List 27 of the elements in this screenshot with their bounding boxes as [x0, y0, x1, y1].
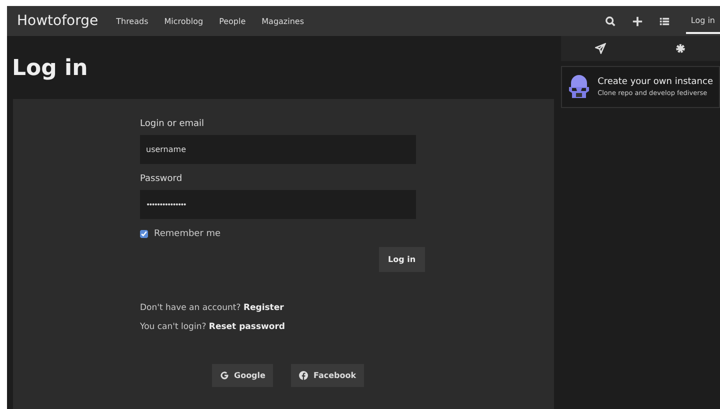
account-link[interactable]: Register	[243, 303, 284, 313]
page-title: Log in	[12, 56, 89, 81]
site-logo-text[interactable]: Howtoforge	[17, 13, 98, 29]
account-prompt: Don't have an account? Register	[140, 303, 285, 313]
field-label: Password	[140, 174, 184, 184]
remember-checkbox[interactable]	[140, 230, 148, 238]
nav-link[interactable]: Threads	[116, 16, 148, 26]
login-button[interactable]: Log in	[379, 247, 425, 272]
account-prompt: You can't login? Reset password	[140, 322, 286, 332]
field-label: Login or email	[140, 119, 206, 129]
send-icon[interactable]	[594, 43, 606, 54]
nav-link[interactable]: Magazines	[262, 16, 304, 26]
google-login-button[interactable]: Google	[212, 364, 274, 387]
nav-link[interactable]: People	[219, 16, 246, 26]
login-field[interactable]: username	[140, 135, 416, 164]
facebook-login-button[interactable]: Facebook	[291, 364, 364, 387]
account-link[interactable]: Reset password	[208, 322, 285, 332]
google-icon	[220, 371, 229, 380]
facebook-icon	[299, 371, 308, 380]
login-link[interactable]: Log in	[686, 8, 720, 34]
list-icon[interactable]	[658, 16, 670, 26]
search-icon[interactable]	[604, 16, 616, 26]
nav-link[interactable]: Microblog	[164, 16, 204, 26]
card-title: Create your own instance	[598, 77, 713, 87]
remember-label: Remember me	[154, 229, 221, 239]
plus-icon[interactable]	[632, 16, 643, 26]
settings-icon[interactable]	[674, 43, 686, 54]
